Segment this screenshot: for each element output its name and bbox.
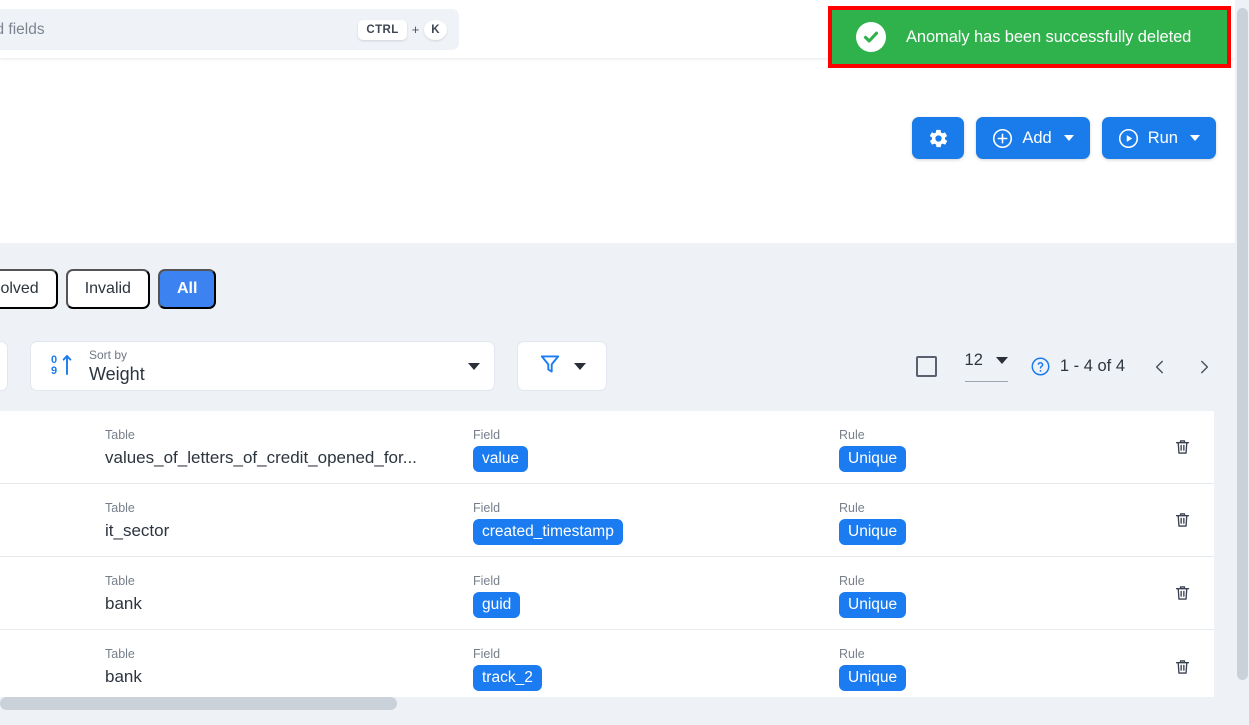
table-column-value: values_of_letters_of_credit_opened_for..… <box>105 448 417 467</box>
table-row[interactable]: red valu... Table it_sector Field create… <box>0 484 1214 557</box>
gear-icon <box>928 128 949 149</box>
field-column-cell: Field created_timestamp <box>473 500 623 545</box>
chevron-down-icon <box>995 357 1008 364</box>
field-column-caption: Field <box>473 501 501 515</box>
main-content-area: Resolved Invalid All 0 9 Sort by Weight <box>0 243 1235 725</box>
trash-icon[interactable] <box>1173 511 1192 530</box>
toast-message: Anomaly has been successfully deleted <box>906 27 1192 46</box>
table-column-caption: Table <box>105 574 135 588</box>
add-button-label: Add <box>1022 128 1052 147</box>
table-column-value: bank <box>105 667 142 686</box>
table-row[interactable]: ot unique Table bank Field guid Rule Uni… <box>0 557 1214 630</box>
field-column-cell: Field track_2 <box>473 646 542 691</box>
field-badge[interactable]: guid <box>473 592 521 618</box>
kbd-plus: + <box>411 22 420 37</box>
anomaly-title-cell: e not un... <box>0 657 1 677</box>
trash-icon[interactable] <box>1173 438 1192 457</box>
run-button[interactable]: Run <box>1101 117 1216 159</box>
vertical-scrollbar-thumb[interactable] <box>1237 8 1248 680</box>
page-size-value: 12 <box>964 351 983 369</box>
field-badge[interactable]: track_2 <box>473 665 542 691</box>
table-column-cell: Table values_of_letters_of_credit_opened… <box>105 427 417 470</box>
prev-page-button[interactable] <box>1151 358 1169 376</box>
kbd-ctrl: CTRL <box>358 19 407 40</box>
table-column-value: it_sector <box>105 521 170 540</box>
pagination-range: 1 - 4 of 4 <box>1059 357 1125 375</box>
sort-ascending-numeric-icon: 0 9 <box>49 351 75 382</box>
trash-icon[interactable] <box>1173 657 1192 676</box>
table-row[interactable]: ot uniq... Table values_of_letters_of_cr… <box>0 411 1214 484</box>
status-filter-pills: Resolved Invalid All <box>0 269 217 309</box>
rule-column-caption: Rule <box>839 501 865 515</box>
search-shortcut-hint: CTRL + K <box>358 19 447 40</box>
help-circle-icon[interactable] <box>1030 356 1051 377</box>
action-button-row: Add Run <box>912 117 1216 159</box>
sort-by-value: Weight <box>89 363 145 384</box>
rule-badge[interactable]: Unique <box>839 665 907 691</box>
table-column-cell: Table bank <box>105 646 142 689</box>
page-header-area: Add Run <box>0 58 1235 243</box>
anomaly-title: e not un... <box>0 657 1 677</box>
run-button-label: Run <box>1147 128 1178 147</box>
rule-column-caption: Rule <box>839 574 865 588</box>
horizontal-scrollbar-thumb[interactable] <box>0 697 397 710</box>
page-size-select[interactable]: 12 <box>964 351 1008 382</box>
check-circle-icon <box>856 22 886 52</box>
table-column-value: bank <box>105 594 142 613</box>
filter-pill-resolved[interactable]: Resolved <box>0 269 58 309</box>
rule-badge[interactable]: Unique <box>839 446 907 472</box>
play-circle-icon <box>1118 128 1139 149</box>
rule-badge[interactable]: Unique <box>839 592 907 618</box>
rule-column-cell: Rule Unique <box>839 646 907 691</box>
settings-button[interactable] <box>912 117 965 159</box>
field-column-cell: Field value <box>473 427 529 472</box>
svg-text:9: 9 <box>51 365 57 377</box>
plus-circle-icon <box>992 128 1013 149</box>
chevron-down-icon <box>468 362 480 370</box>
toast-highlight-outline: Anomaly has been successfully deleted <box>828 6 1231 68</box>
rule-column-cell: Rule Unique <box>839 500 907 545</box>
left-control-stub[interactable] <box>0 341 8 391</box>
rule-column-cell: Rule Unique <box>839 573 907 618</box>
filter-pill-all[interactable]: All <box>157 269 217 309</box>
search-input[interactable] <box>0 20 359 39</box>
sort-by-select[interactable]: 0 9 Sort by Weight <box>30 341 495 391</box>
table-column-caption: Table <box>105 501 135 515</box>
rule-column-caption: Rule <box>839 428 865 442</box>
add-button[interactable]: Add <box>976 117 1090 159</box>
sort-and-filter-row: 0 9 Sort by Weight <box>0 341 607 391</box>
table-column-cell: Table it_sector <box>105 500 169 543</box>
chevron-down-icon <box>574 362 586 370</box>
horizontal-scrollbar[interactable] <box>0 697 1235 710</box>
global-search-box[interactable]: CTRL + K <box>0 9 459 50</box>
field-column-caption: Field <box>473 574 501 588</box>
sort-by-caption: Sort by <box>89 347 128 362</box>
filter-button[interactable] <box>517 341 607 391</box>
rule-column-cell: Rule Unique <box>839 427 907 472</box>
trash-icon[interactable] <box>1173 584 1192 603</box>
anomaly-table: ot uniq... Table values_of_letters_of_cr… <box>0 411 1214 703</box>
table-row[interactable]: e not un... Table bank Field track_2 Rul… <box>0 630 1214 703</box>
table-column-caption: Table <box>105 647 135 661</box>
chevron-down-icon <box>1063 135 1074 141</box>
field-column-caption: Field <box>473 647 501 661</box>
table-column-cell: Table bank <box>105 573 142 616</box>
select-all-checkbox[interactable] <box>915 356 937 377</box>
rule-badge[interactable]: Unique <box>839 519 907 545</box>
chevron-down-icon <box>1190 135 1200 141</box>
rule-column-caption: Rule <box>839 647 865 661</box>
field-column-caption: Field <box>473 428 501 442</box>
table-column-caption: Table <box>105 428 135 442</box>
field-column-cell: Field guid <box>473 573 521 618</box>
vertical-scrollbar[interactable] <box>1235 0 1249 725</box>
pagination-controls: 12 1 - 4 of 4 <box>915 351 1213 382</box>
funnel-icon <box>538 352 562 381</box>
field-badge[interactable]: value <box>473 446 529 472</box>
kbd-k: K <box>424 19 447 40</box>
field-badge[interactable]: created_timestamp <box>473 519 623 545</box>
filter-pill-invalid[interactable]: Invalid <box>65 269 150 309</box>
success-toast[interactable]: Anomaly has been successfully deleted <box>832 10 1227 64</box>
next-page-button[interactable] <box>1195 358 1213 376</box>
